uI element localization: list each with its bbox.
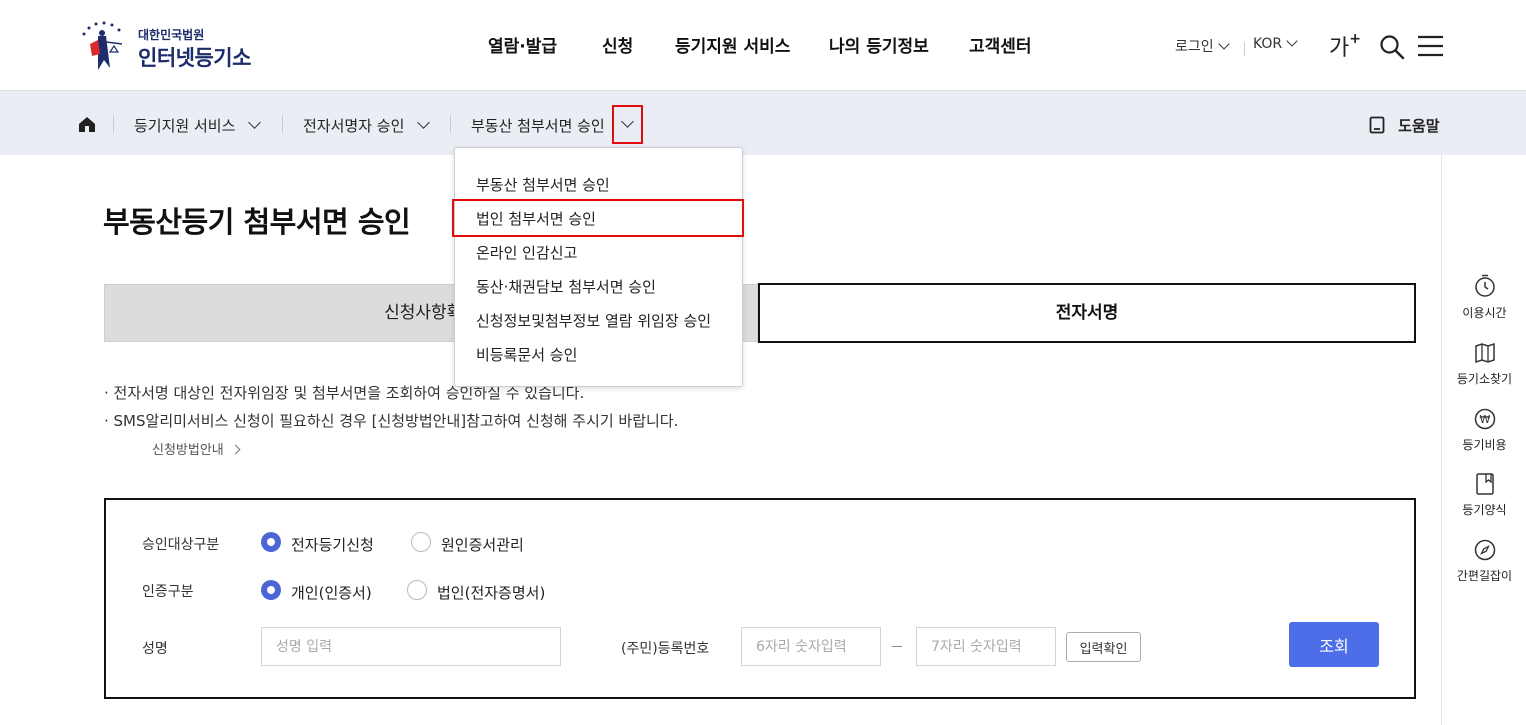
dropdown-item-unregistered-doc[interactable]: 비등록문서 승인 xyxy=(476,344,577,365)
chevron-down-icon xyxy=(417,116,431,129)
help-document-icon xyxy=(1369,116,1385,134)
application-guide-link[interactable]: 신청방법안내 xyxy=(152,439,241,458)
quick-item-label: 등기양식 xyxy=(1462,503,1507,517)
help-button[interactable]: 도움말 xyxy=(1369,115,1440,136)
nav-customer-center[interactable]: 고객센터 xyxy=(969,32,1032,57)
radio-label: 개인(인증서) xyxy=(291,584,372,602)
quick-item-label: 등기비용 xyxy=(1462,438,1507,452)
compass-icon xyxy=(1474,539,1495,561)
login-menu[interactable]: 로그인 xyxy=(1175,36,1230,56)
quick-item-guide[interactable]: 간편길잡이 xyxy=(1442,539,1526,584)
page-title: 부동산등기 첨부서면 승인 xyxy=(103,205,411,239)
chevron-right-icon xyxy=(230,444,241,455)
quick-item-forms[interactable]: 등기양식 xyxy=(1442,473,1526,518)
svg-text:₩: ₩ xyxy=(1479,413,1490,426)
radio-label: 법인(전자증명서) xyxy=(437,584,546,602)
language-menu[interactable]: KOR xyxy=(1253,35,1298,52)
dropdown-item-realestate[interactable]: 부동산 첨부서면 승인 xyxy=(476,174,610,195)
quick-item-label: 간편길잡이 xyxy=(1456,569,1513,583)
guide-link-label: 신청방법안내 xyxy=(152,443,224,458)
auth-type-label: 인증구분 xyxy=(142,584,194,600)
registration-number-label: (주민)등록번호 xyxy=(621,641,710,657)
breadcrumb-divider xyxy=(113,115,114,133)
radio-e-registration[interactable] xyxy=(261,532,281,552)
hamburger-menu-icon[interactable] xyxy=(1418,35,1443,57)
search-icon[interactable] xyxy=(1379,34,1405,60)
chevron-down-icon xyxy=(1217,38,1230,50)
font-size-button[interactable]: 가+ xyxy=(1329,30,1361,62)
breadcrumb-item-signer-approval[interactable]: 전자서명자 승인 xyxy=(303,115,431,136)
dropdown-item-movable-collateral[interactable]: 동산·채권담보 첨부서면 승인 xyxy=(476,276,656,297)
won-coin-icon: ₩ xyxy=(1474,408,1495,430)
radio-label: 전자등기신청 xyxy=(291,536,374,554)
nav-view-issue[interactable]: 열람·발급 xyxy=(488,32,557,57)
quick-item-label: 이용시간 xyxy=(1462,306,1507,320)
dropdown-item-online-seal[interactable]: 온라인 인감신고 xyxy=(476,242,577,263)
quick-item-find-office[interactable]: 등기소찾기 xyxy=(1442,342,1526,387)
login-label: 로그인 xyxy=(1175,39,1214,55)
breadcrumb-divider xyxy=(450,115,451,133)
nav-my-registry[interactable]: 나의 등기정보 xyxy=(829,32,929,57)
main-nav: 열람·발급 신청 등기지원 서비스 나의 등기정보 고객센터 xyxy=(0,32,1526,57)
input-confirm-button[interactable]: 입력확인 xyxy=(1066,632,1141,662)
site-header: 대한민국법원 인터넷등기소 열람·발급 신청 등기지원 서비스 나의 등기정보 … xyxy=(0,0,1526,91)
breadcrumb-dropdown-menu: 부동산 첨부서면 승인 법인 첨부서면 승인 온라인 인감신고 동산·채권담보 … xyxy=(454,147,743,387)
name-input[interactable] xyxy=(261,627,561,666)
help-label: 도움말 xyxy=(1398,117,1440,135)
radio-cause-certificate[interactable] xyxy=(411,532,431,552)
quick-item-fees[interactable]: ₩ 등기비용 xyxy=(1442,408,1526,453)
home-icon[interactable] xyxy=(78,116,96,133)
registration-number-front-input[interactable] xyxy=(741,627,881,666)
name-label: 성명 xyxy=(142,641,168,657)
clock-icon xyxy=(1474,274,1495,297)
breadcrumb-label: 부동산 첨부서면 승인 xyxy=(471,117,605,135)
dropdown-item-view-delegation[interactable]: 신청정보및첨부정보 열람 위임장 승인 xyxy=(476,310,711,331)
breadcrumb-divider xyxy=(282,115,283,133)
breadcrumb-label: 전자서명자 승인 xyxy=(303,117,405,135)
util-divider xyxy=(1244,42,1245,56)
map-book-icon xyxy=(1474,342,1495,364)
breadcrumb: 등기지원 서비스 전자서명자 승인 부동산 첨부서면 승인 도움말 xyxy=(0,91,1526,155)
chevron-down-icon xyxy=(1286,35,1298,47)
language-label: KOR xyxy=(1253,36,1283,52)
quick-item-label: 등기소찾기 xyxy=(1456,372,1513,386)
page-root: 대한민국법원 인터넷등기소 열람·발급 신청 등기지원 서비스 나의 등기정보 … xyxy=(0,0,1526,725)
form-document-icon xyxy=(1475,473,1494,495)
target-type-label: 승인대상구분 xyxy=(142,537,220,553)
quick-item-hours[interactable]: 이용시간 xyxy=(1442,274,1526,321)
quick-menu: 이용시간 등기소찾기 ₩ 등기비용 등기양식 간편길잡이 xyxy=(1441,155,1526,725)
nav-apply[interactable]: 신청 xyxy=(602,32,633,57)
radio-label: 원인증서관리 xyxy=(441,536,524,554)
font-size-plus: + xyxy=(1349,30,1361,47)
info-note: · SMS알리미서비스 신청이 필요하신 경우 [신청방법안내]참고하여 신청해… xyxy=(104,412,679,430)
tab-e-signature[interactable]: 전자서명 xyxy=(758,283,1416,343)
chevron-down-icon xyxy=(248,116,262,129)
breadcrumb-item-realestate-approval[interactable]: 부동산 첨부서면 승인 xyxy=(471,115,605,136)
dropdown-toggle-highlight[interactable] xyxy=(612,105,643,144)
font-size-label: 가 xyxy=(1329,36,1350,61)
search-button[interactable]: 조회 xyxy=(1289,622,1379,667)
nav-registry-support[interactable]: 등기지원 서비스 xyxy=(675,32,790,57)
chevron-down-icon xyxy=(621,115,634,128)
registration-number-back-input[interactable] xyxy=(916,627,1056,666)
radio-corporate-cert[interactable] xyxy=(407,580,427,600)
breadcrumb-item-registry-support[interactable]: 등기지원 서비스 xyxy=(134,115,262,136)
breadcrumb-label: 등기지원 서비스 xyxy=(134,117,236,135)
number-dash xyxy=(892,646,902,647)
dropdown-item-highlight xyxy=(452,199,744,237)
radio-personal-cert[interactable] xyxy=(261,580,281,600)
